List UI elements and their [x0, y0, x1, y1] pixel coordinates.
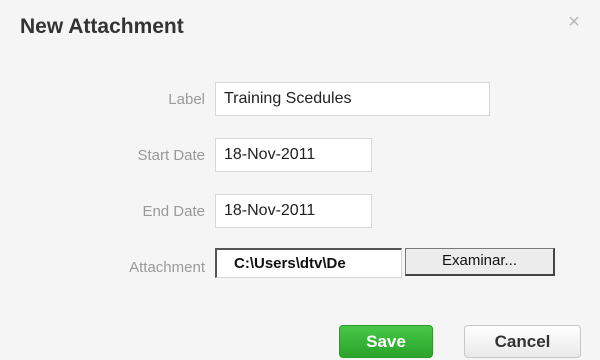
start-date-label: Start Date [137, 147, 205, 164]
save-button[interactable]: Save [339, 325, 433, 358]
attachment-file-field: C:\Users\dtv\De Examinar... [215, 248, 555, 278]
close-icon[interactable]: × [566, 12, 582, 32]
start-date-input[interactable]: 18-Nov-2011 [215, 138, 372, 172]
attachment-label: Attachment [129, 259, 205, 276]
cancel-button[interactable]: Cancel [464, 325, 581, 358]
attachment-path-input[interactable]: C:\Users\dtv\De [215, 248, 402, 278]
label-input[interactable]: Training Scedules [215, 82, 490, 116]
label-field-label: Label [168, 91, 205, 108]
new-attachment-dialog: New Attachment × Label Training Scedules… [0, 0, 600, 360]
browse-button[interactable]: Examinar... [405, 248, 555, 276]
end-date-input[interactable]: 18-Nov-2011 [215, 194, 372, 228]
dialog-title: New Attachment [20, 15, 184, 38]
end-date-label: End Date [142, 203, 205, 220]
dialog-header: New Attachment × [0, 0, 600, 60]
